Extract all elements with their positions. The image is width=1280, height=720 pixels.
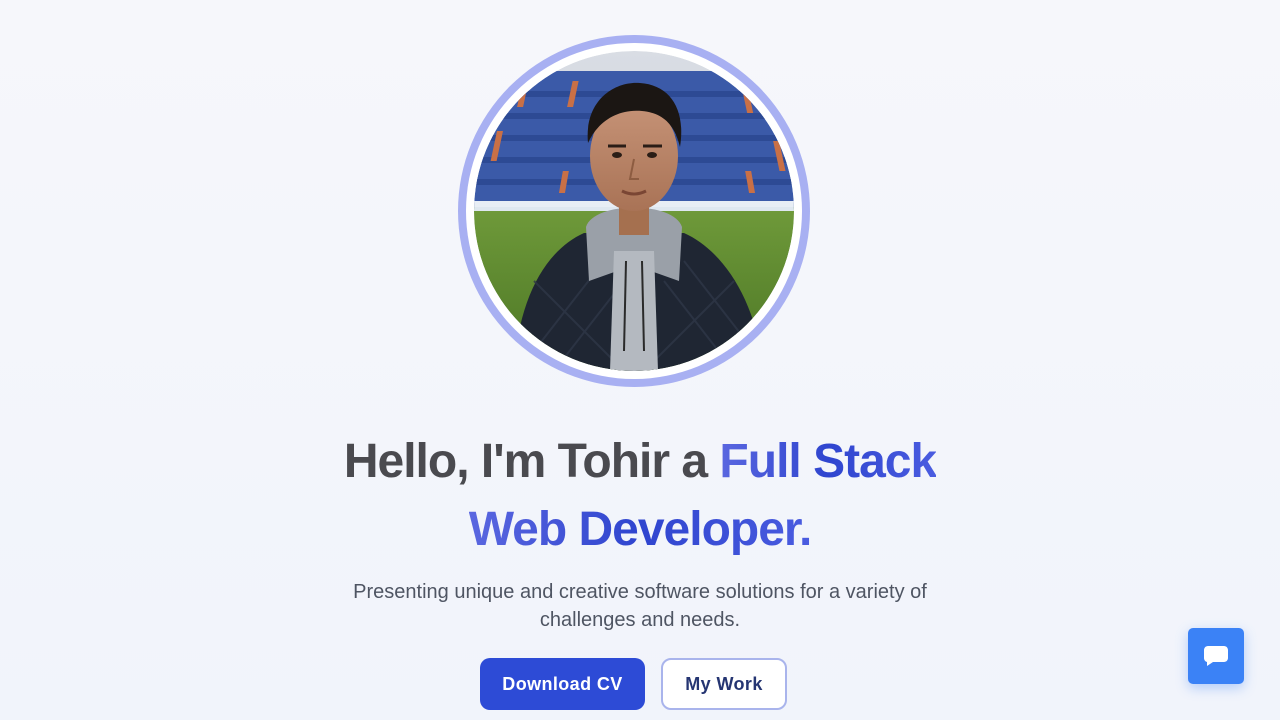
headline-accent-line2: Web Developer. xyxy=(468,503,813,556)
avatar-ring xyxy=(458,35,810,387)
avatar xyxy=(474,51,794,371)
hero-section: Hello, I'm Tohir a Full Stack Web Develop… xyxy=(0,0,1280,720)
headline-prefix: Hello, I'm Tohir a xyxy=(343,435,720,488)
download-cv-button[interactable]: Download CV xyxy=(480,658,645,710)
chat-bubble-icon xyxy=(1204,646,1228,666)
hero-headline: Hello, I'm Tohir a Full Stack Web Develop… xyxy=(240,428,1040,564)
avatar-frame xyxy=(466,43,802,379)
hero-subtitle: Presenting unique and creative software … xyxy=(353,581,927,631)
my-work-button[interactable]: My Work xyxy=(661,658,787,710)
headline-accent-line1: Full Stack xyxy=(719,435,937,488)
chat-widget-button[interactable] xyxy=(1188,628,1244,684)
